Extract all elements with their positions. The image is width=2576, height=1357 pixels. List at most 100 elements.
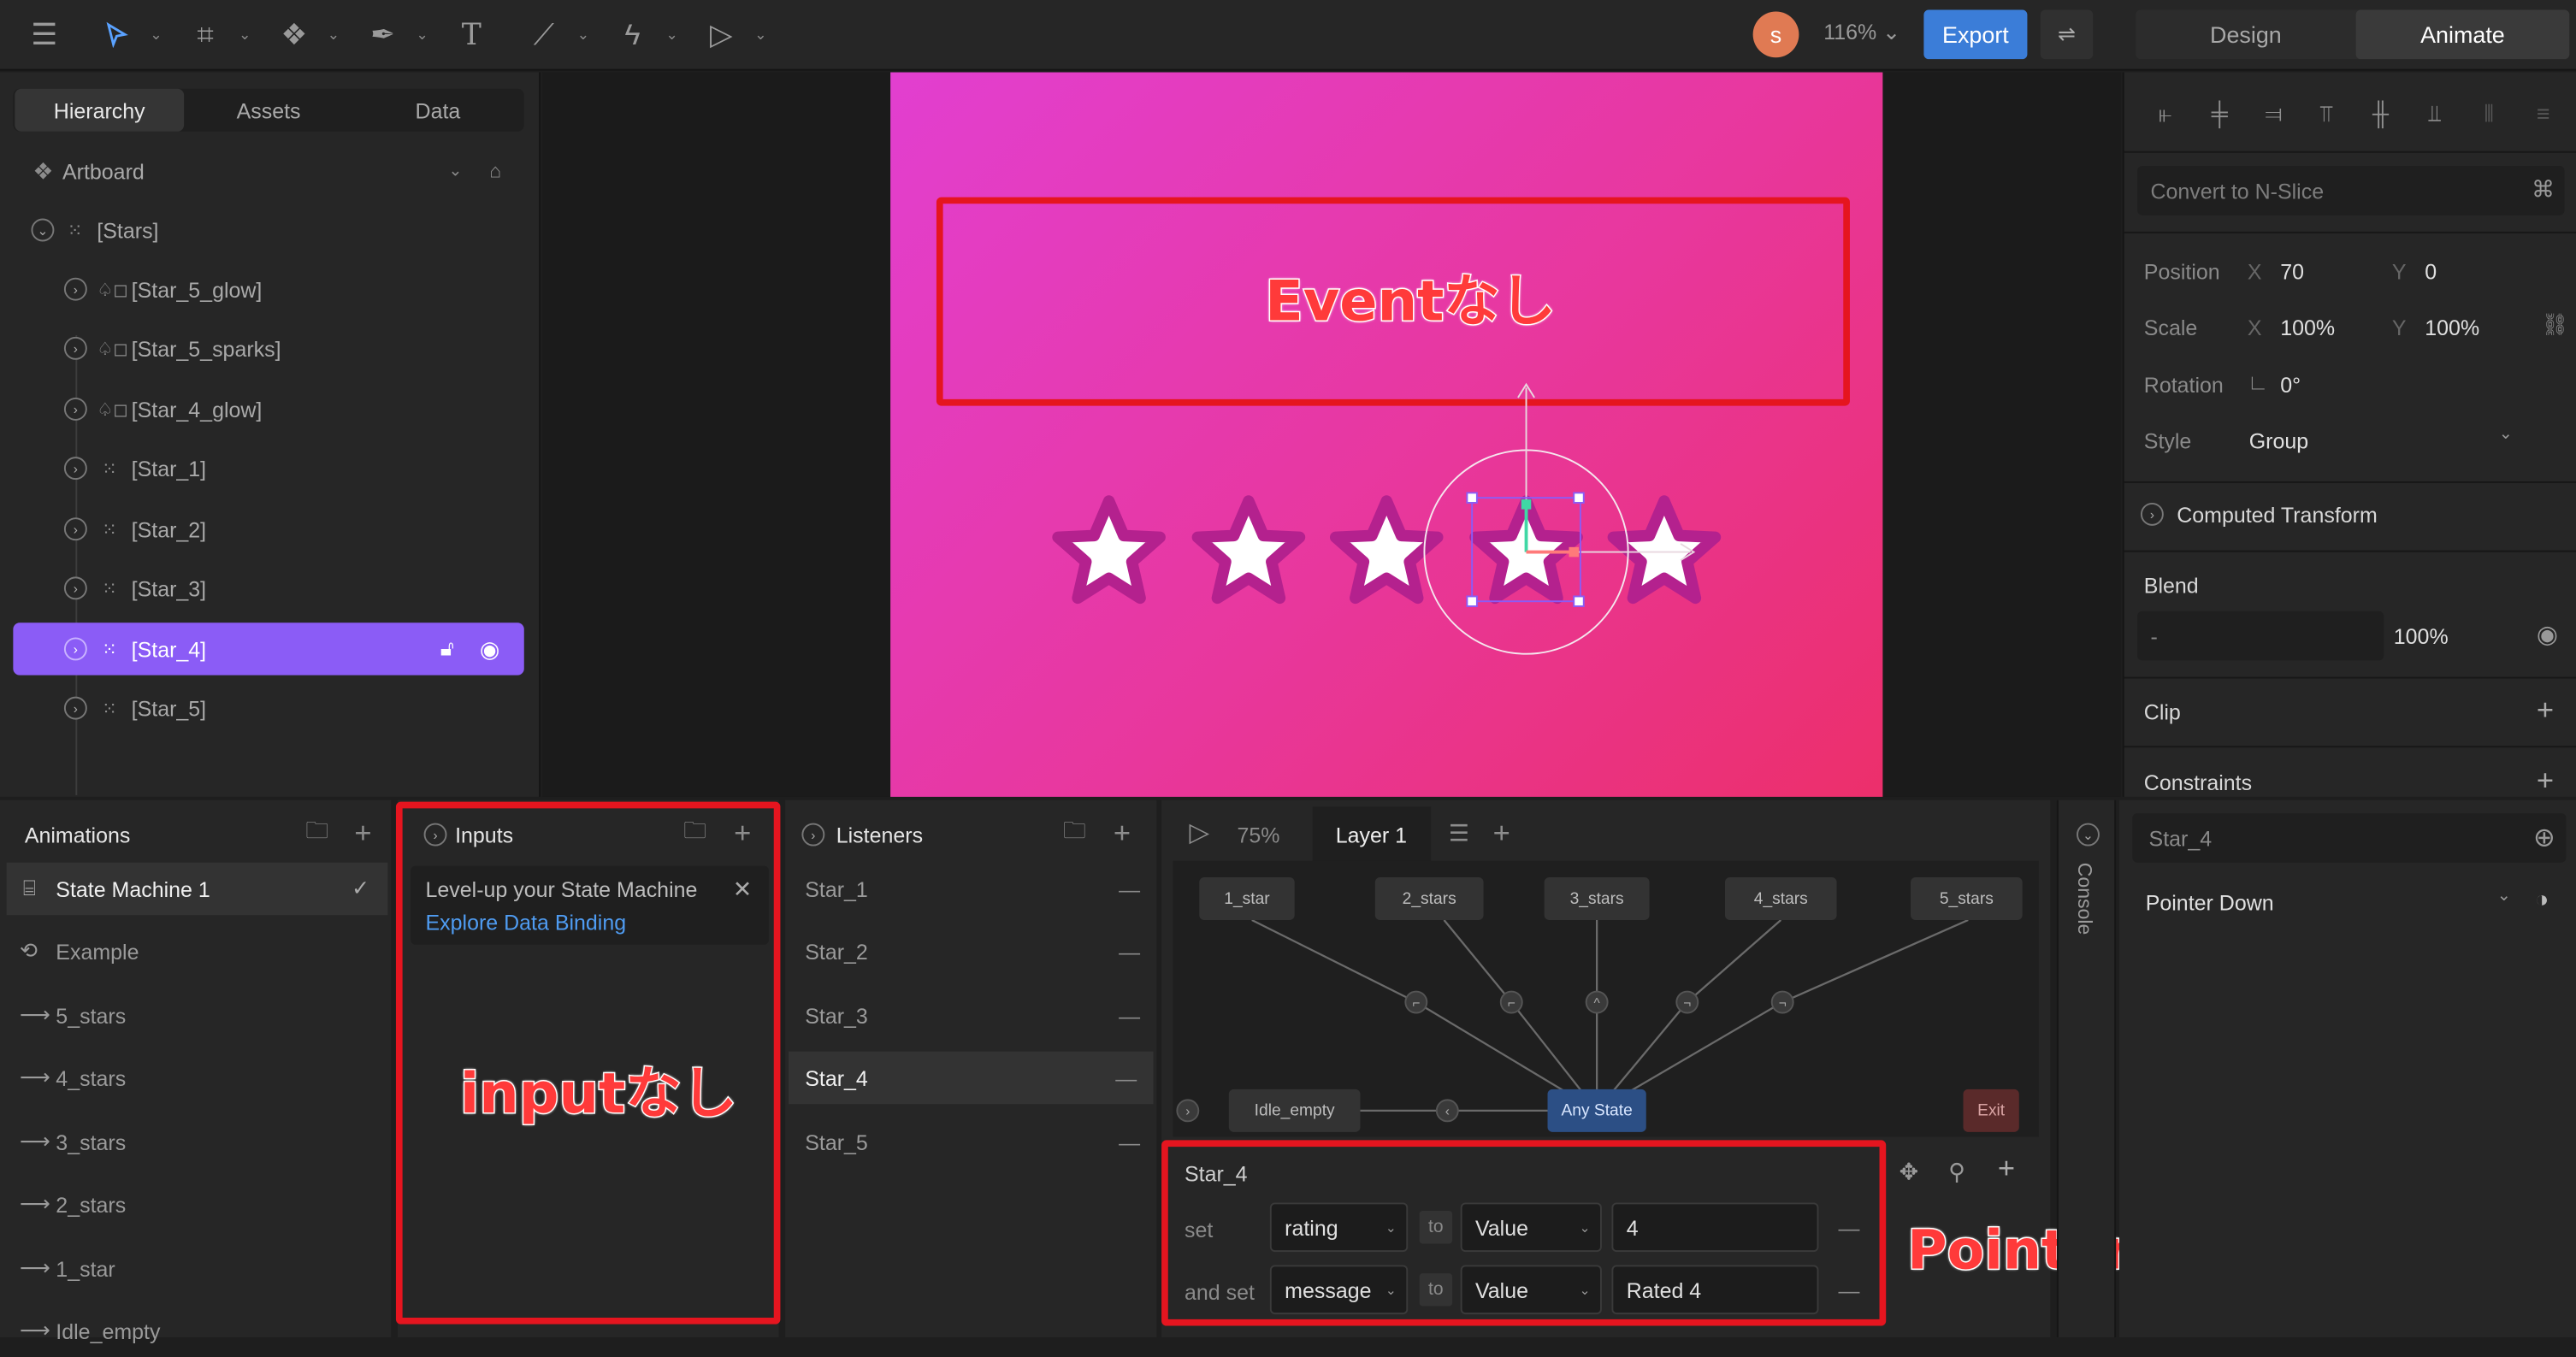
- chevron-down-icon[interactable]: ⌄: [664, 23, 680, 46]
- folder-icon[interactable]: 🗀: [1060, 817, 1090, 848]
- export-button[interactable]: Export: [1923, 9, 2028, 60]
- tab-assets[interactable]: Assets: [184, 89, 353, 132]
- expand-icon[interactable]: ›: [63, 277, 87, 301]
- chevron-down-icon[interactable]: ⌄: [753, 23, 769, 46]
- star-2[interactable]: [1197, 501, 1299, 598]
- expand-icon[interactable]: ›: [63, 517, 87, 541]
- chevron-down-icon[interactable]: ⌄: [2497, 888, 2511, 906]
- select-tool-icon[interactable]: [95, 13, 138, 56]
- transition-marker[interactable]: ⌐: [1499, 990, 1523, 1014]
- state-node-2-stars[interactable]: 2_stars: [1374, 877, 1484, 920]
- star-3[interactable]: [1336, 501, 1438, 598]
- tree-item-stars[interactable]: ⌄ ⁙ [Stars]: [13, 204, 523, 256]
- expand-icon[interactable]: ›: [63, 637, 87, 661]
- listener-item-star1[interactable]: Star_1 —: [785, 863, 1156, 915]
- animation-item-3-stars[interactable]: ⟶ 3_stars: [0, 1116, 391, 1168]
- align-left-icon[interactable]: ⫦: [2148, 95, 2183, 131]
- tab-design[interactable]: Design: [2139, 10, 2353, 60]
- frame-tool-icon[interactable]: ⌗: [184, 13, 227, 56]
- align-bottom-icon[interactable]: ⫫: [2417, 95, 2453, 131]
- tree-item-star4-glow[interactable]: › ♤◻ [Star_4_glow]: [13, 383, 523, 435]
- layers-menu-icon[interactable]: ☰: [1444, 818, 1474, 848]
- animation-item-idle-empty[interactable]: ⟶ Idle_empty: [0, 1305, 391, 1357]
- target-field[interactable]: Star_4 ⊕: [2132, 813, 2567, 863]
- stars-graphic[interactable]: [890, 73, 1882, 797]
- state-node-any-state[interactable]: Any State: [1547, 1089, 1646, 1132]
- chevron-down-icon[interactable]: ⌄: [448, 162, 462, 180]
- tree-item-star5-sparks[interactable]: › ♤◻ [Star_5_sparks]: [13, 322, 523, 375]
- expand-icon[interactable]: ›: [63, 336, 87, 360]
- transition-marker[interactable]: ⌐: [1404, 990, 1428, 1014]
- chevron-down-icon[interactable]: ⌄: [237, 23, 253, 46]
- chevron-down-icon[interactable]: ⌄: [148, 23, 164, 46]
- add-icon[interactable]: +: [1108, 816, 1137, 848]
- chevron-down-icon[interactable]: ⌄: [2499, 426, 2513, 444]
- bone-tool-icon[interactable]: ⟋: [523, 13, 565, 56]
- add-icon[interactable]: +: [348, 816, 378, 848]
- layer-tab[interactable]: Layer 1: [1312, 806, 1432, 863]
- add-action-icon[interactable]: +: [1998, 1152, 2015, 1186]
- add-clip-icon[interactable]: +: [2537, 693, 2554, 728]
- align-right-icon[interactable]: ⫤: [2255, 95, 2291, 131]
- listener-item-star2[interactable]: Star_2 —: [785, 925, 1156, 977]
- add-constraint-icon[interactable]: +: [2537, 764, 2554, 798]
- zoom-level[interactable]: 116% ⌄: [1823, 20, 1900, 46]
- remove-icon[interactable]: —: [1119, 1130, 1140, 1154]
- animation-item-4-stars[interactable]: ⟶ 4_stars: [0, 1052, 391, 1104]
- position-y-input[interactable]: 0: [2425, 260, 2437, 285]
- rotation-input[interactable]: 0°: [2280, 373, 2301, 398]
- remove-icon[interactable]: —: [1115, 1065, 1137, 1090]
- chevron-down-icon[interactable]: ⌄: [575, 23, 591, 46]
- align-middle-icon[interactable]: ╫: [2362, 95, 2398, 131]
- tab-data[interactable]: Data: [353, 89, 523, 132]
- tree-item-star5[interactable]: › ⁙ [Star_5]: [13, 681, 523, 734]
- remove-icon[interactable]: —: [1119, 939, 1140, 964]
- computed-transform-heading[interactable]: Computed Transform: [2177, 503, 2378, 528]
- avatar[interactable]: s: [1752, 11, 1799, 58]
- scale-y-input[interactable]: 100%: [2425, 316, 2479, 340]
- swap-icon[interactable]: ⇌: [2040, 9, 2094, 60]
- style-select[interactable]: Group: [2249, 428, 2308, 453]
- transition-marker[interactable]: ‹: [1435, 1099, 1459, 1123]
- distribute-v-icon[interactable]: ≡: [2525, 95, 2561, 131]
- pen-tool-icon[interactable]: ✒: [362, 13, 405, 56]
- tree-item-star2[interactable]: › ⁙ [Star_2]: [13, 503, 523, 555]
- position-x-input[interactable]: 70: [2280, 260, 2304, 285]
- state-node-3-stars[interactable]: 3_stars: [1544, 877, 1650, 920]
- star-1[interactable]: [1058, 501, 1160, 598]
- state-node-1-star[interactable]: 1_star: [1199, 877, 1295, 920]
- state-graph[interactable]: 1_star 2_stars 3_stars 4_stars 5_stars ⌐…: [1173, 860, 2039, 1137]
- expand-icon[interactable]: ›: [801, 823, 825, 847]
- expand-icon[interactable]: ›: [63, 397, 87, 421]
- align-top-icon[interactable]: ⫪: [2308, 95, 2344, 131]
- transition-marker[interactable]: ¬: [1770, 990, 1794, 1014]
- align-center-h-icon[interactable]: ╪: [2201, 95, 2237, 131]
- lock-icon[interactable]: 🔓︎: [440, 636, 454, 663]
- playback-speed[interactable]: 75%: [1237, 823, 1279, 848]
- state-node-exit[interactable]: Exit: [1963, 1089, 2019, 1132]
- listener-item-star4[interactable]: Star_4 —: [789, 1051, 1154, 1105]
- blend-mode-select[interactable]: -: [2137, 611, 2384, 661]
- tab-animate[interactable]: Animate: [2355, 9, 2570, 60]
- expand-icon[interactable]: ›: [63, 576, 87, 600]
- play-icon[interactable]: ▷: [1185, 818, 1214, 848]
- eye-icon[interactable]: ◉: [480, 635, 499, 664]
- transition-marker[interactable]: ^: [1585, 990, 1609, 1014]
- state-node-5-stars[interactable]: 5_stars: [1911, 877, 2023, 920]
- tab-hierarchy[interactable]: Hierarchy: [15, 88, 185, 132]
- text-tool-icon[interactable]: T: [450, 13, 493, 56]
- animation-item-state-machine[interactable]: ⌸ State Machine 1 ✓: [6, 862, 388, 916]
- chevron-down-icon[interactable]: ⌄: [414, 23, 430, 46]
- convert-nslice-button[interactable]: Convert to N-Slice ⌘: [2137, 166, 2565, 215]
- menu-icon[interactable]: ☰: [23, 13, 66, 56]
- tree-item-star4[interactable]: › ⁙ [Star_4] 🔓︎ ◉: [13, 622, 524, 676]
- console-panel[interactable]: ⌄ Console: [2056, 799, 2117, 1337]
- pin-icon[interactable]: ⚲: [1948, 1159, 1965, 1187]
- opacity-input[interactable]: 100%: [2394, 624, 2449, 649]
- expand-icon[interactable]: ›: [63, 457, 87, 481]
- animation-item-1-star[interactable]: ⟶ 1_star: [0, 1242, 391, 1295]
- artboard-row[interactable]: ❖ Artboard ⌄ ⌂: [13, 145, 523, 197]
- link-icon[interactable]: ⛓: [2542, 312, 2569, 339]
- distribute-h-icon[interactable]: ⦀: [2471, 95, 2507, 131]
- remove-icon[interactable]: —: [1119, 1003, 1140, 1028]
